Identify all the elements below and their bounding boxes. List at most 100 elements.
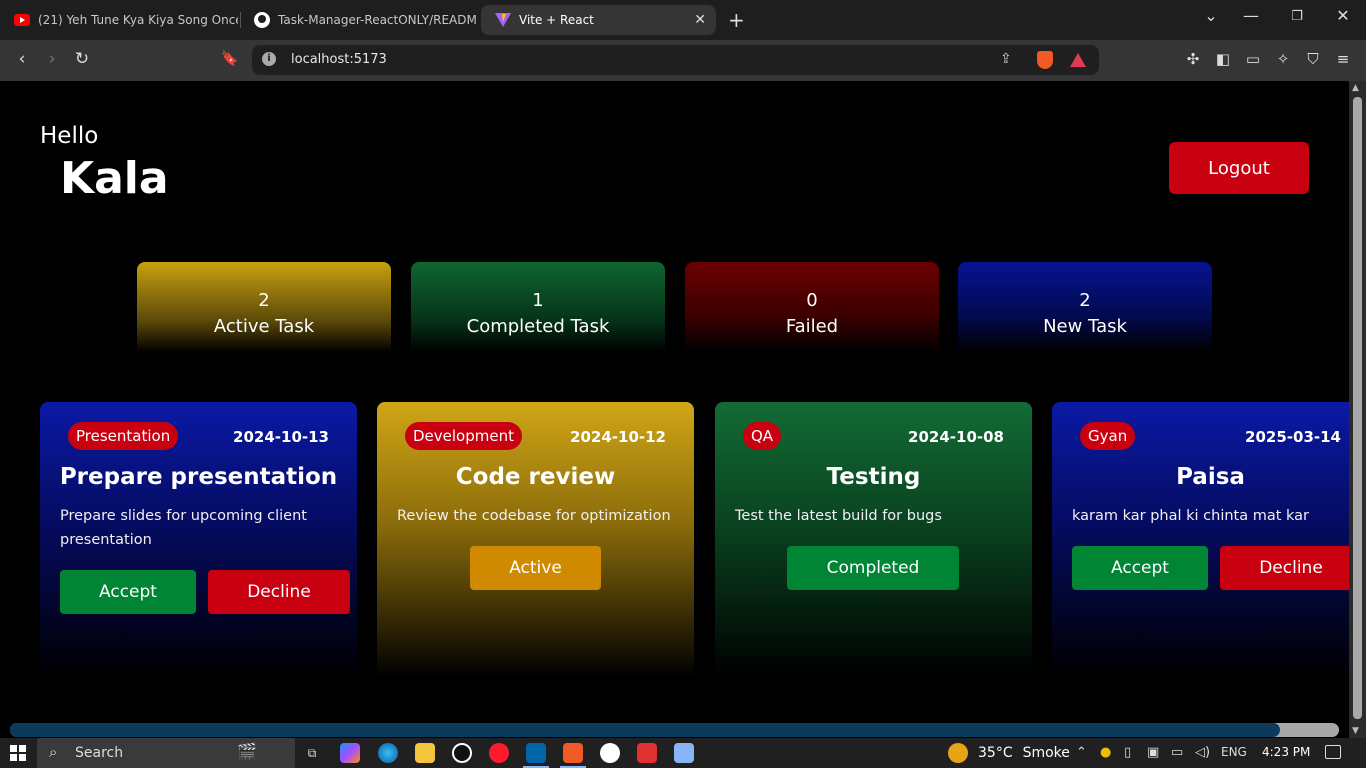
copilot-icon[interactable] xyxy=(340,743,360,763)
greeting: Hello xyxy=(40,123,99,149)
scroll-up-icon[interactable]: ▲ xyxy=(1352,83,1359,93)
bookmark-icon[interactable]: 🔖 xyxy=(218,51,242,67)
brave-shields-icon[interactable] xyxy=(1037,51,1053,69)
tray-app-icon[interactable]: ● xyxy=(1100,745,1111,760)
clock[interactable]: 4:23 PM xyxy=(1262,745,1310,759)
tab-title: (21) Yeh Tune Kya Kiya Song Once u xyxy=(38,13,238,27)
stat-new-task: 2 New Task xyxy=(958,262,1212,352)
network-icon[interactable]: ▭ xyxy=(1171,745,1183,760)
stat-label: New Task xyxy=(1043,316,1127,337)
forward-icon[interactable]: › xyxy=(40,49,64,69)
file-explorer-icon[interactable] xyxy=(415,743,435,763)
tab-vite-react[interactable]: Vite + React ✕ xyxy=(481,5,716,35)
close-tab-icon[interactable]: ✕ xyxy=(694,12,706,28)
edge-icon[interactable] xyxy=(378,743,398,763)
search-label: Search xyxy=(75,745,124,761)
new-tab-button[interactable]: + xyxy=(728,8,745,32)
category-badge: QA xyxy=(743,422,782,450)
logout-button[interactable]: Logout xyxy=(1169,142,1309,194)
menu-icon[interactable]: ≡ xyxy=(1332,50,1354,68)
weather-icon xyxy=(948,743,968,763)
wallet-icon[interactable]: ▭ xyxy=(1242,50,1264,68)
brave-icon[interactable] xyxy=(563,743,583,763)
decline-button[interactable]: Decline xyxy=(1220,546,1349,590)
browser-tab-bar: (21) Yeh Tune Kya Kiya Song Once u Task-… xyxy=(0,0,1366,40)
tray-device-icon[interactable]: ▯ xyxy=(1124,745,1131,760)
sidebar-icon[interactable]: ◧ xyxy=(1212,50,1234,68)
app-icon[interactable] xyxy=(600,743,620,763)
dashboard-page: Hello Kala Logout 2 Active Task 1 Comple… xyxy=(0,81,1349,722)
category-badge: Gyan xyxy=(1080,422,1136,450)
task-title: Code review xyxy=(455,464,616,490)
decline-button[interactable]: Decline xyxy=(208,570,350,614)
stat-count: 0 xyxy=(806,290,818,311)
reload-icon[interactable]: ↻ xyxy=(70,49,94,69)
site-info-icon[interactable]: i xyxy=(262,52,276,66)
taskbar-search[interactable]: ⌕ Search 🎬 xyxy=(37,738,295,768)
category-badge: Presentation xyxy=(68,422,179,450)
tray-alert-icon[interactable]: ▣ xyxy=(1147,745,1159,760)
completed-status-button[interactable]: Completed xyxy=(787,546,959,590)
accept-button[interactable]: Accept xyxy=(1072,546,1208,590)
stat-label: Completed Task xyxy=(466,316,610,337)
tab-github[interactable]: Task-Manager-ReactONLY/README xyxy=(240,5,476,35)
tab-title: Vite + React xyxy=(519,13,594,27)
category-badge: Development xyxy=(405,422,522,450)
browser-toolbar: ‹ › ↻ 🔖 i localhost:5173 ⇪ ✣ ◧ ▭ ✧ ⛉ ≡ xyxy=(0,40,1366,81)
address-bar[interactable]: i localhost:5173 ⇪ xyxy=(252,45,1099,75)
notification-icon[interactable] xyxy=(1325,745,1341,759)
notepad-icon[interactable] xyxy=(674,743,694,763)
url-text[interactable]: localhost:5173 xyxy=(291,52,387,67)
user-name: Kala xyxy=(60,153,169,204)
weather-widget[interactable]: 35°C Smoke xyxy=(948,743,1070,763)
windows-start-icon[interactable] xyxy=(10,745,26,761)
scrollbar-thumb[interactable] xyxy=(10,723,1280,737)
task-title: Paisa xyxy=(1176,464,1245,490)
vpn-icon[interactable]: ⛉ xyxy=(1302,50,1324,68)
active-status-button[interactable]: Active xyxy=(470,546,601,590)
vscode-icon[interactable] xyxy=(526,743,546,763)
close-window-button[interactable]: ✕ xyxy=(1328,6,1358,25)
tab-title: Task-Manager-ReactONLY/README xyxy=(278,13,476,27)
github-icon xyxy=(254,12,270,28)
youtube-icon xyxy=(14,12,30,28)
share-icon[interactable]: ⇪ xyxy=(1000,51,1012,67)
opera-icon[interactable] xyxy=(489,743,509,763)
scroll-down-icon[interactable]: ▼ xyxy=(1352,726,1359,736)
tab-search-dropdown-icon[interactable]: ⌄ xyxy=(1196,6,1226,25)
task-card: Presentation 2024-10-13 Prepare presenta… xyxy=(40,402,357,677)
task-description: karam kar phal ki chinta mat kar xyxy=(1072,508,1310,524)
tab-youtube[interactable]: (21) Yeh Tune Kya Kiya Song Once u xyxy=(0,5,238,35)
task-description: Review the codebase for optimization xyxy=(397,508,671,524)
maximize-button[interactable]: ❐ xyxy=(1282,9,1312,24)
volume-icon[interactable]: ◁) xyxy=(1195,745,1210,760)
chevron-up-icon[interactable]: ⌃ xyxy=(1076,745,1087,760)
weather-text: Smoke xyxy=(1022,745,1070,761)
stat-completed-task: 1 Completed Task xyxy=(411,262,665,352)
extensions-icon[interactable]: ✣ xyxy=(1182,50,1204,68)
accept-button[interactable]: Accept xyxy=(60,570,196,614)
weather-temp: 35°C xyxy=(978,745,1013,761)
screen-recorder-icon[interactable] xyxy=(637,743,657,763)
stat-count: 2 xyxy=(258,290,270,311)
task-date: 2025-03-14 xyxy=(1245,428,1341,446)
task-view-icon[interactable]: ⧉ xyxy=(302,743,322,763)
brave-rewards-icon[interactable] xyxy=(1070,53,1086,67)
scrollbar-thumb[interactable] xyxy=(1353,97,1362,719)
language-indicator[interactable]: ENG xyxy=(1221,745,1247,759)
minimize-button[interactable]: — xyxy=(1236,6,1266,25)
stat-active-task: 2 Active Task xyxy=(137,262,391,352)
vite-icon xyxy=(495,12,511,28)
stat-count: 2 xyxy=(1079,290,1091,311)
search-highlight-icon: 🎬 xyxy=(237,742,257,761)
task-title: Prepare presentation xyxy=(59,464,338,490)
task-title: Testing xyxy=(826,464,921,490)
back-icon[interactable]: ‹ xyxy=(10,49,34,69)
vertical-scrollbar[interactable]: ▲ ▼ xyxy=(1349,81,1366,738)
horizontal-scrollbar[interactable] xyxy=(0,722,1349,738)
leo-ai-icon[interactable]: ✧ xyxy=(1272,50,1294,68)
task-date: 2024-10-08 xyxy=(908,428,1004,446)
stat-failed: 0 Failed xyxy=(685,262,939,352)
github-desktop-icon[interactable] xyxy=(452,743,472,763)
stat-count: 1 xyxy=(532,290,544,311)
